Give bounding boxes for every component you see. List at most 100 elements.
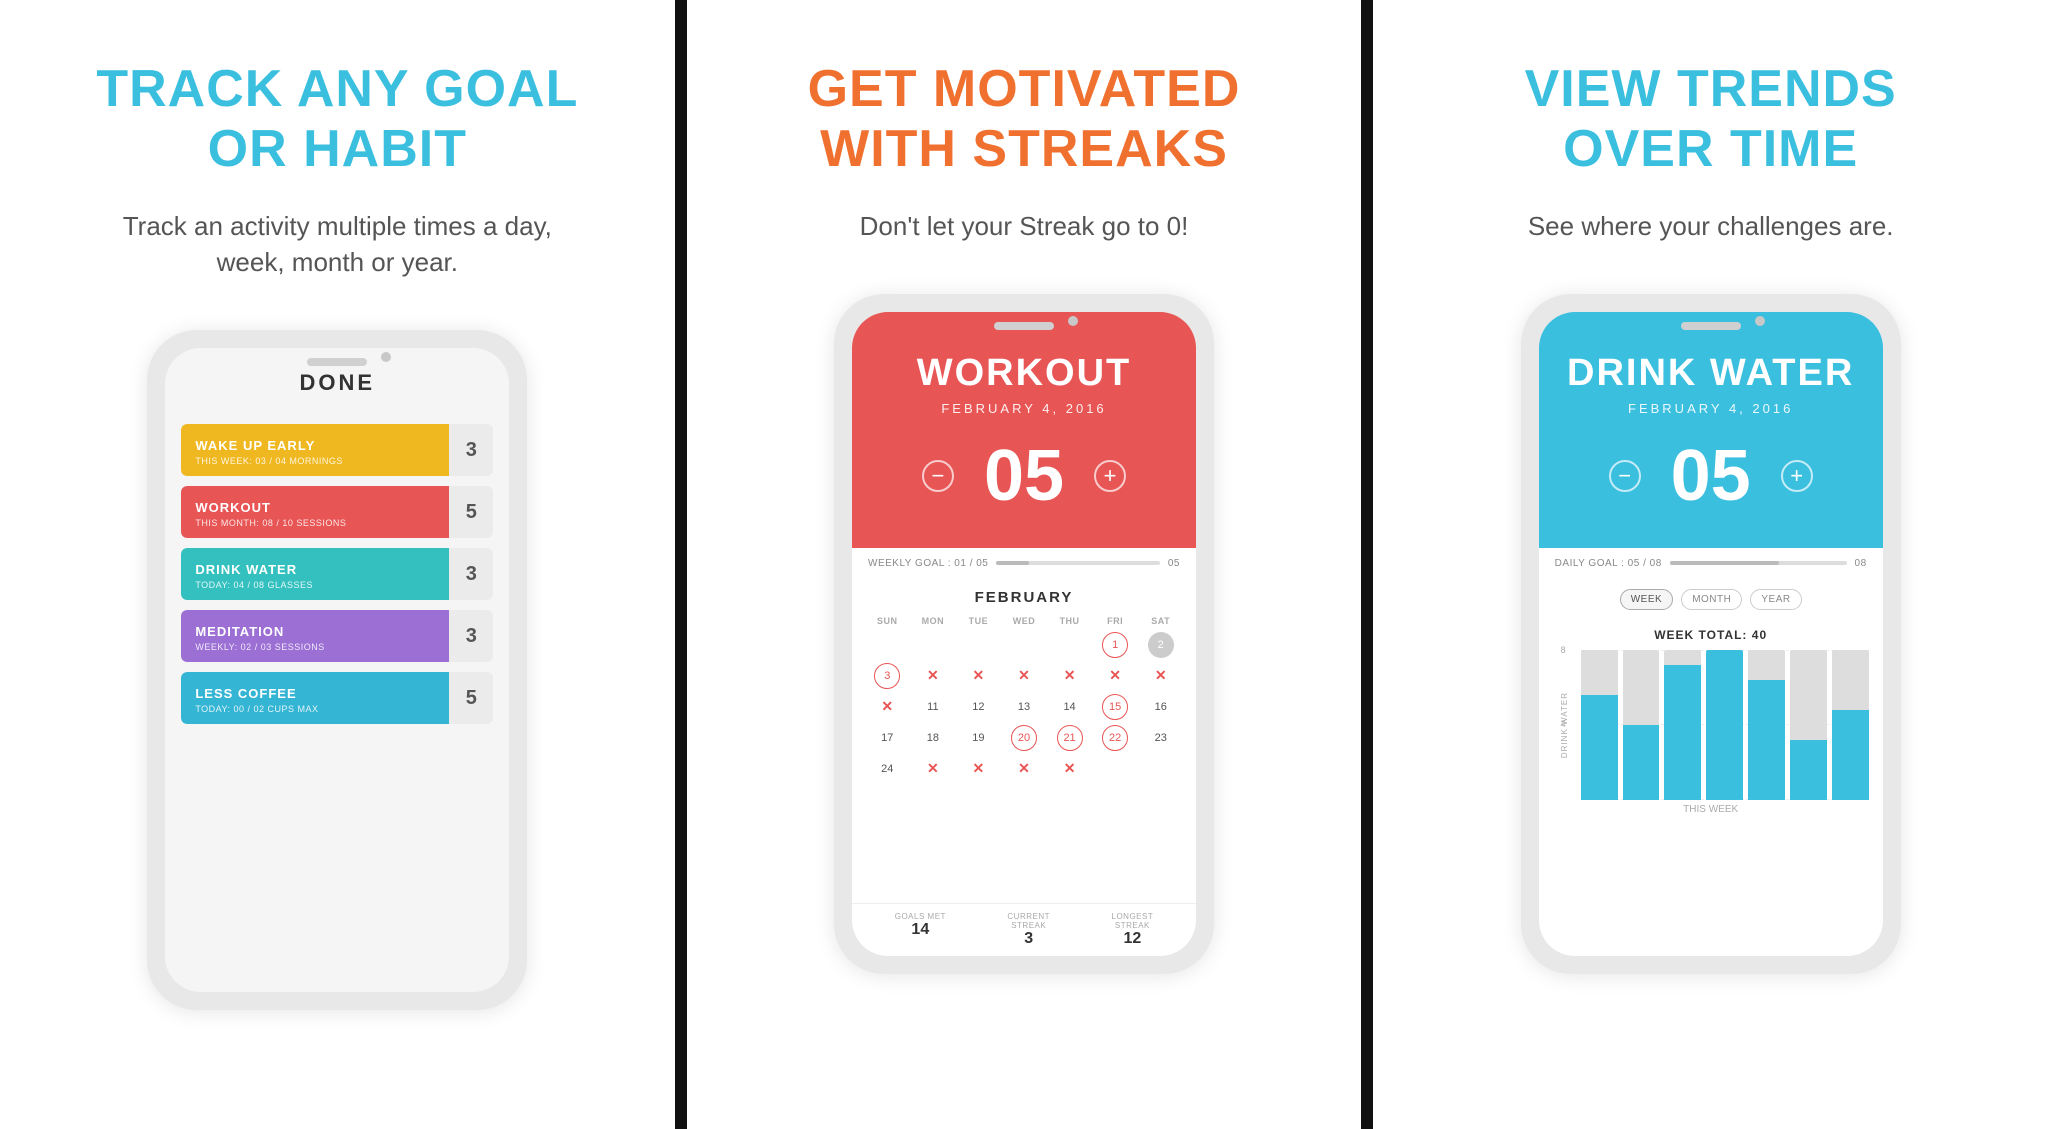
bar-gray-2 [1623,650,1660,725]
workout-counter: − 05 + [872,440,1176,512]
chart-title: WEEK TOTAL: 40 [1553,628,1869,642]
cal-day-1: 1 [1094,631,1137,659]
cal-day-6: ✕ [1003,662,1046,690]
bar-chart-wrapper: 8 4 DRINK WATER [1553,650,1869,800]
bar-teal-1 [1581,695,1618,800]
panel-trends: VIEW TRENDS OVER TIME See where your cha… [1373,0,2048,1129]
cal-day-14: 14 [1048,693,1091,721]
cal-day-5: ✕ [957,662,1000,690]
trends-chart-area: WEEK TOTAL: 40 8 4 DRINK WATER [1539,620,1883,956]
phone-mockup-3: DRINK WATER FEBRUARY 4, 2016 − 05 + DAIL… [1521,294,1901,974]
cal-day-23: 23 [1139,724,1182,752]
goal-list: WAKE UP EARLY THIS WEEK: 03 / 04 MORNING… [165,412,509,992]
this-week-label: THIS WEEK [1553,804,1869,815]
bar-chart [1581,650,1869,800]
phone-camera-2 [1068,316,1078,326]
cal-day-empty [957,631,1000,659]
bar-group-6 [1790,650,1827,800]
stat-goals-met-label: GOALS MET [895,912,946,921]
bar-teal-5 [1748,680,1785,800]
cal-day-3: 3 [866,662,909,690]
tab-year[interactable]: YEAR [1750,589,1801,610]
daily-goal-label: DAILY GOAL : 05 / 08 [1555,558,1662,569]
panel2-title: GET MOTIVATED WITH STREAKS [808,60,1241,180]
cal-day-empty [866,786,909,814]
goal-label-workout: WORKOUT THIS MONTH: 08 / 10 SESSIONS [181,486,449,538]
bar-gray-6 [1790,650,1827,740]
panel1-title: TRACK ANY GOAL OR HABIT [96,60,578,180]
workout-header: WORKOUT FEBRUARY 4, 2016 − 05 + [852,312,1196,548]
cal-day-empty [912,631,955,659]
progress-fill [996,561,1029,565]
increment-button[interactable]: + [1094,460,1126,492]
cal-day-12: 12 [957,693,1000,721]
calendar-month: FEBRUARY [866,589,1182,606]
cal-day-empty [866,631,909,659]
goal-sub-coffee: TODAY: 00 / 02 CUPS MAX [195,704,435,714]
cal-day-empty [1139,755,1182,783]
stat-current-streak: CURRENTSTREAK 3 [1007,912,1050,948]
y-axis-label: DRINK WATER [1560,692,1569,758]
cal-header-fri: FRI [1094,614,1137,628]
decrement-button[interactable]: − [922,460,954,492]
goal-sub-water: TODAY: 04 / 08 GLASSES [195,580,435,590]
goal-sub-workout: THIS MONTH: 08 / 10 SESSIONS [195,518,435,528]
goal-item-meditation: MEDITATION WEEKLY: 02 / 03 SESSIONS 3 [181,610,493,662]
goal-name-coffee: LESS COFFEE [195,686,435,701]
goal-count-coffee: 5 [449,687,493,710]
panel-streaks: GET MOTIVATED WITH STREAKS Don't let you… [687,0,1362,1129]
goal-count-meditation: 3 [449,625,493,648]
dw-increment-button[interactable]: + [1781,460,1813,492]
goal-count-wake: 3 [449,439,493,462]
cal-day-17: 17 [866,724,909,752]
phone-mockup-1: DONE WAKE UP EARLY THIS WEEK: 03 / 04 MO… [147,330,527,1010]
workout-title-text: WORKOUT [872,352,1176,395]
phone-speaker-3 [1681,322,1741,330]
stat-current-streak-value: 3 [1007,930,1050,948]
goal-item-water: DRINK WATER TODAY: 04 / 08 GLASSES 3 [181,548,493,600]
cal-day-empty [1094,755,1137,783]
calendar-section: FEBRUARY SUN MON TUE WED THU FRI SAT [852,579,1196,903]
cal-day-11: 11 [912,693,955,721]
drinkwater-title-text: DRINK WATER [1559,352,1863,395]
panel3-title: VIEW TRENDS OVER TIME [1525,60,1897,180]
drinkwater-header: DRINK WATER FEBRUARY 4, 2016 − 05 + [1539,312,1883,548]
bar-gray-7 [1832,650,1869,710]
stat-longest-streak-value: 12 [1112,930,1154,948]
progress-track [996,561,1160,565]
panel-track-goal: TRACK ANY GOAL OR HABIT Track an activit… [0,0,675,1129]
cal-day-25: ✕ [912,755,955,783]
workout-date: FEBRUARY 4, 2016 [872,401,1176,416]
tab-week[interactable]: WEEK [1620,589,1673,610]
bar-teal-7 [1832,710,1869,800]
cal-day-2: 2 [1139,631,1182,659]
cal-day-28: ✕ [1048,755,1091,783]
weekly-goal-label: WEEKLY GOAL : 01 / 05 [868,558,988,569]
goal-name-wake: WAKE UP EARLY [195,438,435,453]
bar-gray-3 [1664,650,1701,665]
cal-header-tue: TUE [957,614,1000,628]
bar-teal-4 [1706,650,1743,800]
dw-decrement-button[interactable]: − [1609,460,1641,492]
cal-header-wed: WED [1003,614,1046,628]
goal-name-workout: WORKOUT [195,500,435,515]
dw-progress-track [1670,561,1847,565]
tab-month[interactable]: MONTH [1681,589,1742,610]
stat-current-streak-label: CURRENTSTREAK [1007,912,1050,930]
cal-day-8: ✕ [1094,662,1137,690]
bar-group-1 [1581,650,1618,800]
daily-goal-bar: DAILY GOAL : 05 / 08 08 [1539,548,1883,579]
streak-stats: GOALS MET 14 CURRENTSTREAK 3 LONGESTSTRE… [852,903,1196,956]
goal-label-coffee: LESS COFFEE TODAY: 00 / 02 CUPS MAX [181,672,449,724]
phone-speaker-1 [307,358,367,366]
cal-day-10: ✕ [866,693,909,721]
bar-group-5 [1748,650,1785,800]
bar-group-3 [1664,650,1701,800]
goal-label-water: DRINK WATER TODAY: 04 / 08 GLASSES [181,548,449,600]
cal-day-16: 16 [1139,693,1182,721]
workout-count: 05 [984,440,1064,512]
goal-name-water: DRINK WATER [195,562,435,577]
stat-longest-streak-label: LONGESTSTREAK [1112,912,1154,930]
weekly-goal-right: 05 [1168,558,1180,569]
goal-item-coffee: LESS COFFEE TODAY: 00 / 02 CUPS MAX 5 [181,672,493,724]
